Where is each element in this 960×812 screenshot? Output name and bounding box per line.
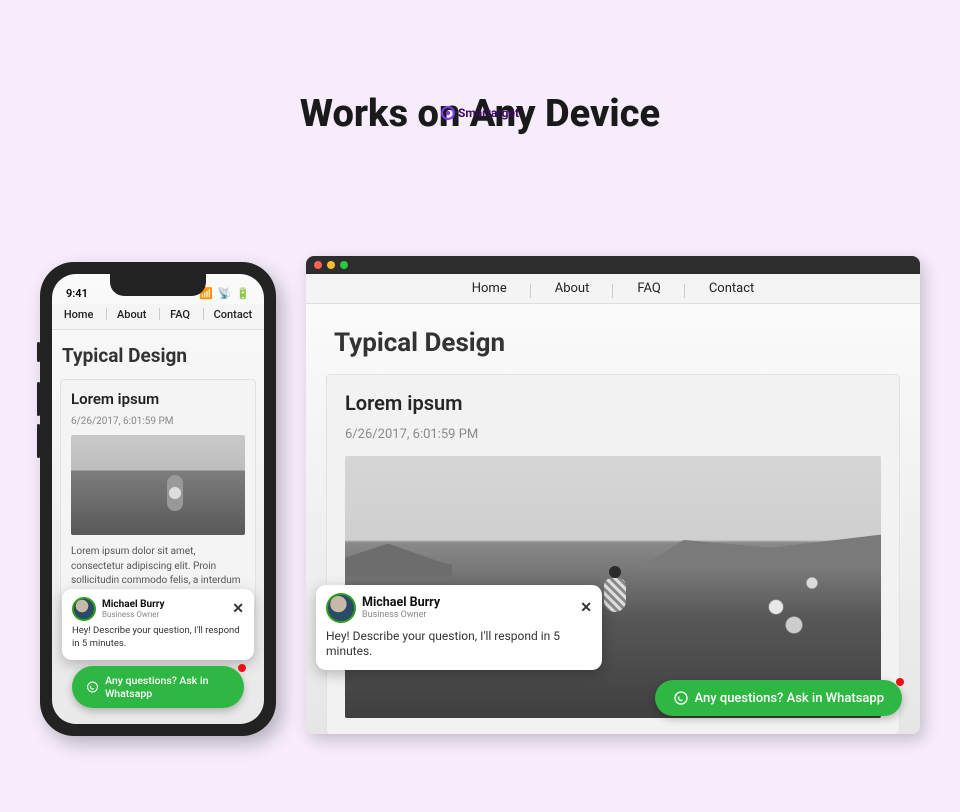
whatsapp-label: Any questions? Ask in Whatsapp — [695, 691, 885, 706]
brand-name: Smartarget — [458, 106, 519, 120]
window-titlebar — [306, 256, 920, 274]
desktop-post-date: 6/26/2017, 6:01:59 PM — [345, 427, 881, 442]
whatsapp-button[interactable]: Any questions? Ask in Whatsapp — [655, 680, 903, 716]
avatar — [72, 597, 96, 621]
desktop-nav: Home About FAQ Contact — [306, 274, 920, 304]
battery-icon: 🔋 — [236, 287, 250, 300]
phone-post-date: 6/26/2017, 6:01:59 PM — [71, 416, 245, 427]
chat-role: Business Owner — [362, 610, 440, 620]
phone-post-image — [71, 435, 245, 535]
nav-home[interactable]: Home — [448, 281, 531, 296]
traffic-light-close-icon[interactable] — [314, 261, 322, 269]
whatsapp-icon — [86, 679, 99, 695]
whatsapp-button[interactable]: Any questions? Ask in Whatsapp — [72, 666, 244, 708]
desktop-page-title: Typical Design — [306, 304, 920, 368]
nav-home[interactable]: Home — [64, 308, 94, 321]
status-time: 9:41 — [66, 287, 88, 300]
nav-about[interactable]: About — [531, 281, 614, 296]
phone-post-card: Lorem ipsum 6/26/2017, 6:01:59 PM Lorem … — [60, 379, 256, 614]
phone-page-title: Typical Design — [52, 330, 264, 373]
chat-name: Michael Burry — [362, 595, 440, 610]
phone-mockup: 9:41 📶 📡 🔋 Home About FAQ Contact Typica… — [40, 262, 276, 736]
avatar — [326, 593, 356, 623]
nav-contact[interactable]: Contact — [214, 308, 253, 321]
nav-faq[interactable]: FAQ — [170, 308, 190, 321]
chat-message: Hey! Describe your question, I'll respon… — [72, 625, 244, 650]
desktop-post-title: Lorem ipsum — [345, 391, 881, 415]
traffic-light-min-icon[interactable] — [327, 261, 335, 269]
traffic-light-max-icon[interactable] — [340, 261, 348, 269]
phone-post-title: Lorem ipsum — [71, 390, 245, 408]
nav-contact[interactable]: Contact — [685, 281, 778, 296]
chat-message: Hey! Describe your question, I'll respon… — [326, 629, 592, 660]
whatsapp-label: Any questions? Ask in Whatsapp — [105, 674, 230, 700]
desktop-chat-popup: Michael Burry Business Owner ✕ Hey! Desc… — [316, 585, 602, 670]
nav-faq[interactable]: FAQ — [613, 281, 684, 296]
notification-dot-icon — [238, 664, 246, 672]
close-icon[interactable]: ✕ — [232, 601, 244, 617]
chat-name: Michael Burry — [102, 599, 165, 610]
brand-logo: Smartarget — [441, 106, 519, 120]
desktop-mockup: Home About FAQ Contact Typical Design Lo… — [306, 256, 920, 734]
chat-role: Business Owner — [102, 610, 165, 619]
target-icon — [441, 106, 455, 120]
phone-notch — [110, 274, 206, 296]
whatsapp-icon — [673, 690, 689, 706]
close-icon[interactable]: ✕ — [580, 600, 592, 616]
nav-about[interactable]: About — [117, 308, 147, 321]
wifi-icon: 📡 — [218, 287, 232, 300]
notification-dot-icon — [896, 678, 904, 686]
phone-nav: Home About FAQ Contact — [52, 304, 264, 330]
phone-chat-popup: Michael Burry Business Owner ✕ Hey! Desc… — [62, 589, 254, 660]
